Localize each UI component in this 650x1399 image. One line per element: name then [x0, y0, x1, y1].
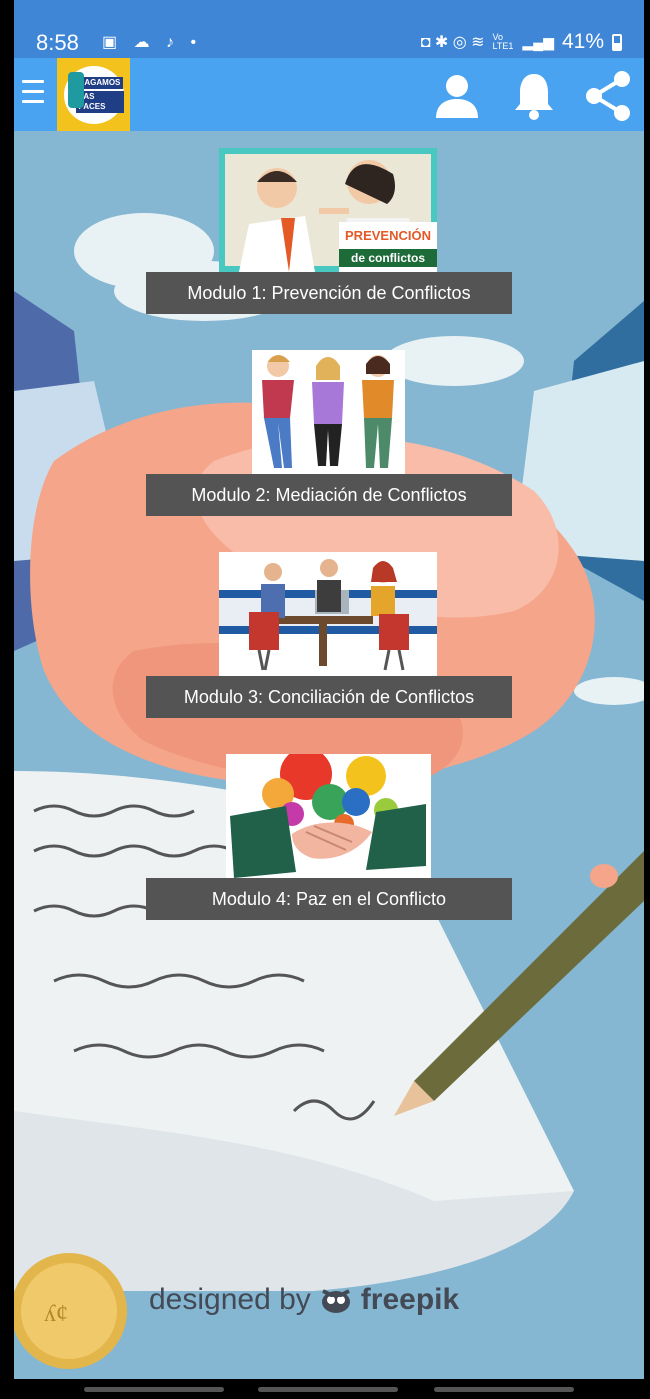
module-3-thumbnail[interactable]: [219, 552, 437, 676]
module-3-caption[interactable]: Modulo 3: Conciliación de Conflictos: [146, 676, 512, 718]
peace-hand-icon: [67, 71, 84, 108]
logo-badge: HAGAMOS LAS PACES: [63, 65, 124, 124]
battery-icon: [612, 33, 622, 51]
module-1-caption[interactable]: Modulo 1: Prevención de Conflictos: [146, 272, 512, 314]
share-icon[interactable]: [582, 70, 634, 122]
signal-icon: ▂▄▆: [522, 33, 554, 50]
profile-icon[interactable]: [432, 70, 482, 120]
freepik-credit: designed by freepik: [149, 1283, 459, 1317]
mediation-illustration: [262, 355, 394, 468]
svg-text:ʎ¢: ʎ¢: [44, 1301, 68, 1327]
module-2-caption[interactable]: Modulo 2: Mediación de Conflictos: [146, 474, 512, 516]
app-bar: HAGAMOS LAS PACES: [14, 58, 644, 131]
module-1-thumb-title: PREVENCIÓN: [345, 228, 431, 243]
module-2-thumbnail[interactable]: [252, 350, 405, 474]
freepik-logo-icon: [321, 1289, 350, 1313]
system-icons: ◘ ✱ ◎ ≋: [420, 34, 485, 51]
status-notification-icons: ▣ ☁ ♪ •: [102, 34, 203, 51]
app-logo[interactable]: HAGAMOS LAS PACES: [57, 58, 130, 131]
system-nav-bar: [0, 1379, 650, 1399]
credit-prefix: designed by: [149, 1283, 311, 1316]
module-1-thumb-label: PREVENCIÓN de conflictos: [339, 222, 437, 272]
module-1-thumbnail[interactable]: PREVENCIÓN de conflictos: [219, 148, 437, 272]
conciliation-illustration: [219, 559, 437, 671]
status-time: 8:58: [36, 30, 79, 55]
nav-back-handle[interactable]: [434, 1387, 574, 1392]
module-4-thumbnail[interactable]: [226, 754, 431, 878]
module-1-thumb-subtitle: de conflictos: [339, 249, 437, 267]
module-4-caption[interactable]: Modulo 4: Paz en el Conflicto: [146, 878, 512, 920]
battery-percent: 41%: [561, 30, 604, 53]
nav-home-handle[interactable]: [258, 1387, 398, 1392]
phone-screen: ʎ¢ 8:58 ▣ ☁ ♪ • ◘ ✱ ◎ ≋ Vo LTE1 ▂▄▆ 41% …: [14, 0, 644, 1399]
nav-recent-handle[interactable]: [84, 1387, 224, 1392]
status-bar: 8:58 ▣ ☁ ♪ • ◘ ✱ ◎ ≋ Vo LTE1 ▂▄▆ 41%: [14, 0, 644, 58]
network-indicator: Vo LTE1: [492, 32, 514, 51]
credit-brand: freepik: [360, 1283, 460, 1316]
peace-handshake-illustration: [230, 754, 426, 878]
bell-icon[interactable]: [512, 70, 556, 120]
status-right: ◘ ✱ ◎ ≋ Vo LTE1 ▂▄▆ 41%: [421, 30, 622, 54]
menu-icon[interactable]: [22, 80, 44, 108]
